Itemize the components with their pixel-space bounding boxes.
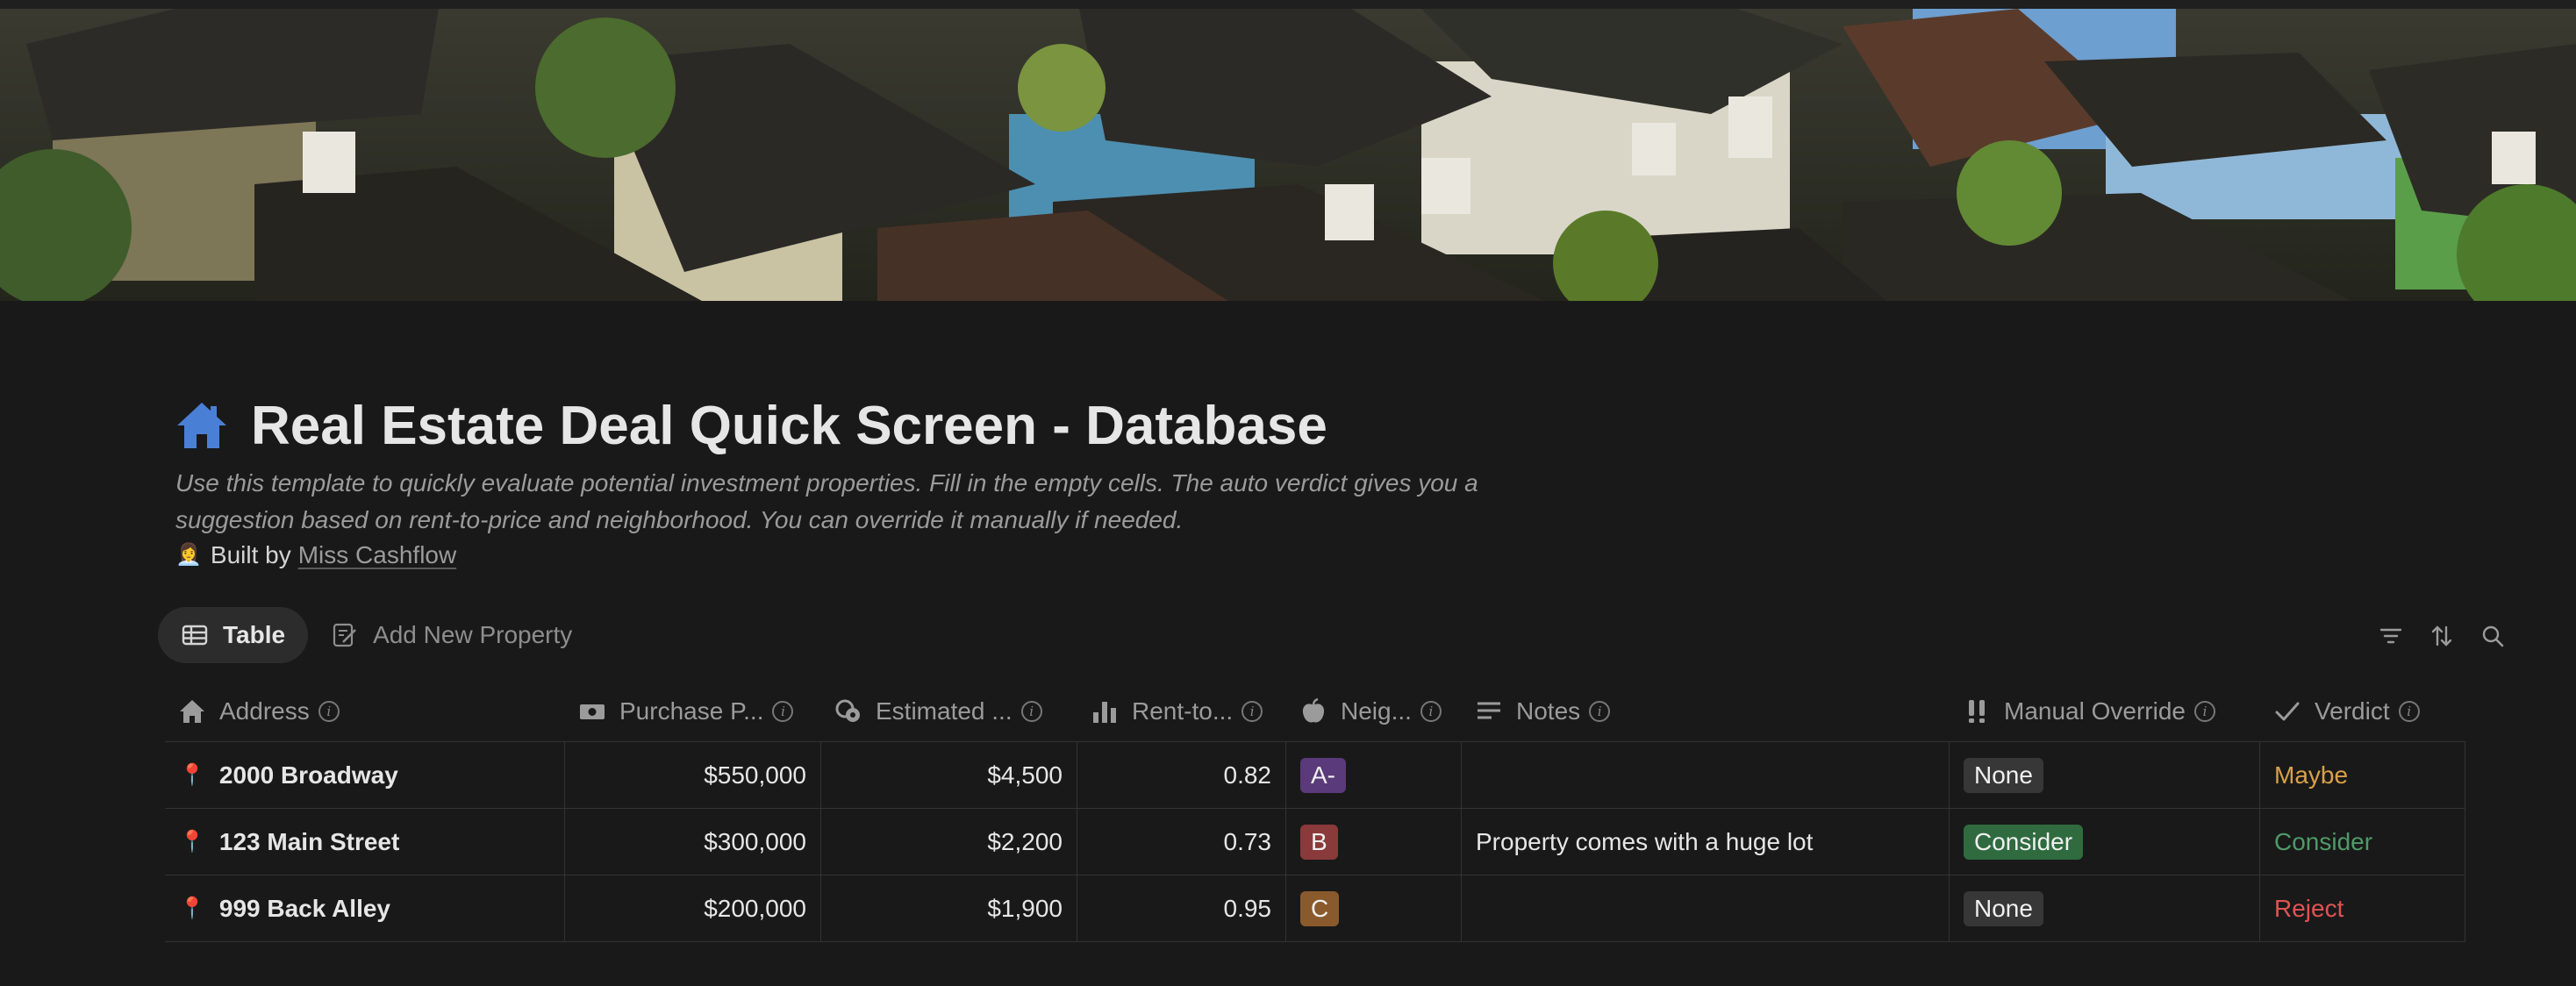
tab-add-new-property[interactable]: Add New Property (308, 607, 595, 663)
house-icon[interactable] (175, 399, 228, 452)
cell-neighborhood[interactable]: A- (1286, 742, 1462, 808)
cell-estimated-rent[interactable]: $2,200 (821, 809, 1077, 875)
column-header-purchase-price[interactable]: Purchase P... i (565, 681, 821, 741)
cell-estimated-rent[interactable]: $1,900 (821, 875, 1077, 941)
grade-tag: C (1300, 890, 1340, 926)
edit-icon (331, 621, 359, 649)
pin-icon: 📍 (179, 897, 205, 920)
cell-address[interactable]: 📍 999 Back Alley (165, 875, 565, 941)
column-header-label: Notes (1516, 697, 1581, 725)
verdict-text: Consider (2274, 827, 2373, 855)
grade-tag: A- (1300, 757, 1346, 793)
column-header-verdict[interactable]: Verdict i (2260, 681, 2465, 741)
column-header-label: Neig... (1341, 697, 1412, 725)
person-emoji-icon: 👩‍💼 (175, 543, 202, 567)
coins-icon (834, 697, 863, 726)
cell-verdict[interactable]: Reject (2260, 875, 2465, 941)
pin-icon: 📍 (179, 830, 205, 854)
author-link[interactable]: Miss Cashflow (298, 537, 456, 574)
cell-address[interactable]: 📍 2000 Broadway (165, 742, 565, 808)
cell-rent-to-price[interactable]: 0.95 (1077, 875, 1286, 941)
cell-verdict[interactable]: Consider (2260, 809, 2465, 875)
filter-icon[interactable] (2376, 621, 2406, 651)
database-table: Address i Purchase P... i Estimated ... … (165, 681, 2465, 942)
verdict-text: Maybe (2274, 761, 2349, 789)
cell-notes[interactable] (1462, 742, 1950, 808)
check-icon (2272, 697, 2302, 726)
sort-icon[interactable] (2427, 621, 2457, 651)
cell-estimated-rent[interactable]: $4,500 (821, 742, 1077, 808)
page-header: Real Estate Deal Quick Screen - Database (175, 386, 1327, 465)
info-icon[interactable]: i (2398, 700, 2420, 722)
house-icon (177, 697, 207, 726)
table-icon (181, 621, 209, 649)
cell-purchase-price[interactable]: $200,000 (565, 875, 821, 941)
cell-notes[interactable]: Property comes with a huge lot (1462, 809, 1950, 875)
cell-address[interactable]: 📍 123 Main Street (165, 809, 565, 875)
info-icon[interactable]: i (1589, 700, 1611, 722)
override-tag: Consider (1964, 824, 2084, 860)
override-tag: None (1964, 890, 2043, 926)
apple-icon (1299, 697, 1328, 726)
tab-table-label: Table (223, 621, 286, 648)
cover-image[interactable] (0, 0, 2576, 301)
view-tabs: Table Add New Property (158, 607, 595, 663)
column-header-address[interactable]: Address i (165, 681, 565, 741)
cell-verdict[interactable]: Maybe (2260, 742, 2465, 808)
address-text: 2000 Broadway (218, 761, 398, 789)
cell-neighborhood[interactable]: B (1286, 809, 1462, 875)
bar-chart-icon (1090, 697, 1120, 726)
column-header-rent-to-price[interactable]: Rent-to... i (1077, 681, 1286, 741)
info-icon[interactable]: i (1241, 700, 1263, 722)
page-title[interactable]: Real Estate Deal Quick Screen - Database (251, 395, 1327, 457)
info-icon[interactable]: i (2193, 700, 2215, 722)
tab-table[interactable]: Table (158, 607, 309, 663)
info-icon[interactable]: i (318, 700, 340, 722)
column-header-label: Verdict (2315, 697, 2390, 725)
cell-purchase-price[interactable]: $300,000 (565, 809, 821, 875)
column-header-neighborhood[interactable]: Neig... i (1286, 681, 1462, 741)
cell-neighborhood[interactable]: C (1286, 875, 1462, 941)
page-description: Use this template to quickly evaluate po… (175, 469, 1478, 533)
column-header-notes[interactable]: Notes i (1462, 681, 1950, 741)
info-icon[interactable]: i (1020, 700, 1042, 722)
column-header-label: Manual Override (2004, 697, 2186, 725)
table-row[interactable]: 📍 2000 Broadway $550,000 $4,500 0.82 A- … (165, 742, 2465, 809)
column-header-label: Purchase P... (619, 697, 764, 725)
view-toolbar (2376, 614, 2508, 658)
pin-icon: 📍 (179, 763, 205, 787)
column-header-label: Address (219, 697, 310, 725)
cell-rent-to-price[interactable]: 0.82 (1077, 742, 1286, 808)
cell-manual-override[interactable]: None (1950, 742, 2260, 808)
info-icon[interactable]: i (1420, 700, 1442, 722)
address-text: 123 Main Street (218, 827, 400, 855)
built-by-label: Built by (210, 541, 291, 568)
cell-purchase-price[interactable]: $550,000 (565, 742, 821, 808)
cell-rent-to-price[interactable]: 0.73 (1077, 809, 1286, 875)
override-tag: None (1964, 757, 2043, 793)
tab-add-new-property-label: Add New Property (373, 621, 573, 648)
column-header-estimated-rent[interactable]: Estimated ... i (821, 681, 1077, 741)
double-exclamation-icon (1962, 697, 1992, 726)
money-icon (577, 697, 607, 726)
address-text: 999 Back Alley (218, 894, 390, 922)
verdict-text: Reject (2274, 894, 2344, 922)
search-icon[interactable] (2478, 621, 2508, 651)
table-row[interactable]: 📍 999 Back Alley $200,000 $1,900 0.95 C … (165, 875, 2465, 942)
column-header-manual-override[interactable]: Manual Override i (1950, 681, 2260, 741)
built-by-line: 👩‍💼 Built by Miss Cashflow (175, 537, 456, 574)
cell-manual-override[interactable]: None (1950, 875, 2260, 941)
column-header-label: Estimated ... (876, 697, 1013, 725)
text-lines-icon (1474, 697, 1504, 726)
column-header-label: Rent-to... (1132, 697, 1234, 725)
info-icon[interactable]: i (772, 700, 794, 722)
cell-manual-override[interactable]: Consider (1950, 809, 2260, 875)
table-row[interactable]: 📍 123 Main Street $300,000 $2,200 0.73 B… (165, 809, 2465, 875)
grade-tag: B (1300, 824, 1338, 860)
table-header-row: Address i Purchase P... i Estimated ... … (165, 681, 2465, 742)
cell-notes[interactable] (1462, 875, 1950, 941)
